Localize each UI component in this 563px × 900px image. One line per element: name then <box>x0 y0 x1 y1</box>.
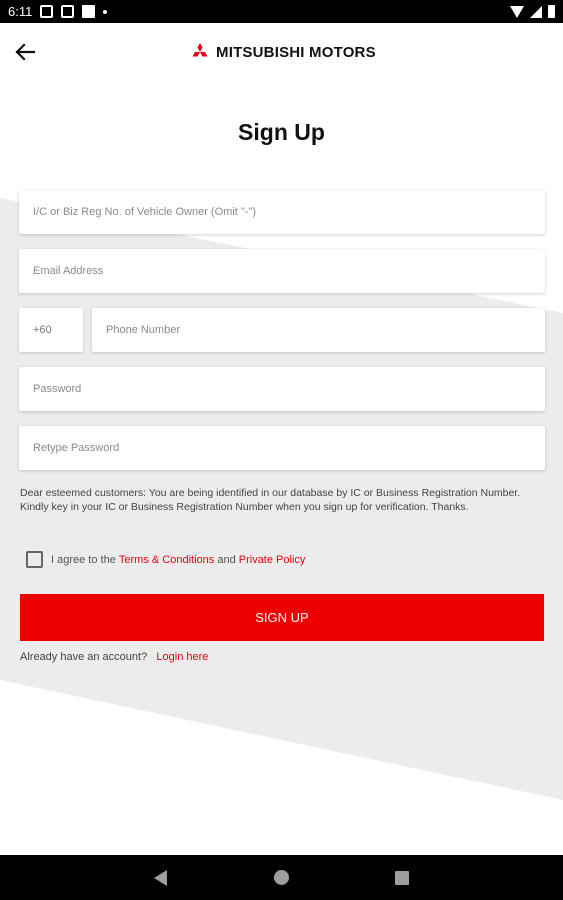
nav-back-icon[interactable] <box>154 870 167 886</box>
agree-row: I agree to the Terms & Conditions and Pr… <box>26 551 305 568</box>
arrow-left-icon <box>15 43 36 61</box>
password-field-container <box>19 367 545 411</box>
app-icon <box>82 5 96 18</box>
signup-button[interactable]: SIGN UP <box>20 594 544 641</box>
top-bar: MITSUBISHI MOTORS <box>0 23 563 83</box>
mitsubishi-three-diamonds-icon <box>192 43 208 57</box>
signup-screen: MITSUBISHI MOTORS Sign Up +60 <box>0 23 563 855</box>
notification-icon <box>61 5 75 18</box>
status-bar: 6:11 <box>0 0 563 23</box>
notification-icon <box>40 5 54 18</box>
brand-logo: MITSUBISHI MOTORS <box>190 43 376 61</box>
login-prompt: Already have an account? <box>20 651 148 663</box>
back-button[interactable] <box>12 39 38 65</box>
login-row: Already have an account? Login here <box>20 651 208 663</box>
country-code-value: +60 <box>33 324 52 336</box>
ic-number-input[interactable] <box>19 190 545 234</box>
wifi-icon <box>510 5 524 18</box>
phone-field-container <box>92 308 545 352</box>
status-time: 6:11 <box>8 4 33 19</box>
nav-recents-icon[interactable] <box>395 871 409 885</box>
nav-home-icon[interactable] <box>274 870 289 885</box>
navigation-bar <box>0 855 563 900</box>
retype-password-field-container <box>19 426 545 470</box>
brand-name: MITSUBISHI MOTORS <box>216 43 376 61</box>
login-link[interactable]: Login here <box>156 651 208 663</box>
country-code-field[interactable]: +60 <box>19 308 83 352</box>
privacy-policy-link[interactable]: Private Policy <box>239 554 306 566</box>
ic-field-container <box>19 190 545 234</box>
email-field-container <box>19 249 545 293</box>
phone-input[interactable] <box>92 308 545 352</box>
retype-password-input[interactable] <box>19 426 545 470</box>
agree-checkbox[interactable] <box>26 551 43 568</box>
terms-link[interactable]: Terms & Conditions <box>119 554 214 566</box>
signal-icon <box>530 5 542 18</box>
agree-prefix: I agree to the <box>51 553 116 566</box>
password-input[interactable] <box>19 367 545 411</box>
battery-icon <box>548 5 555 18</box>
page-title: Sign Up <box>238 119 325 145</box>
verification-notice: Dear esteemed customers: You are being i… <box>20 487 521 513</box>
email-input[interactable] <box>19 249 545 293</box>
status-right <box>510 5 555 18</box>
agree-and: and <box>217 553 236 566</box>
dot-icon <box>103 9 108 14</box>
